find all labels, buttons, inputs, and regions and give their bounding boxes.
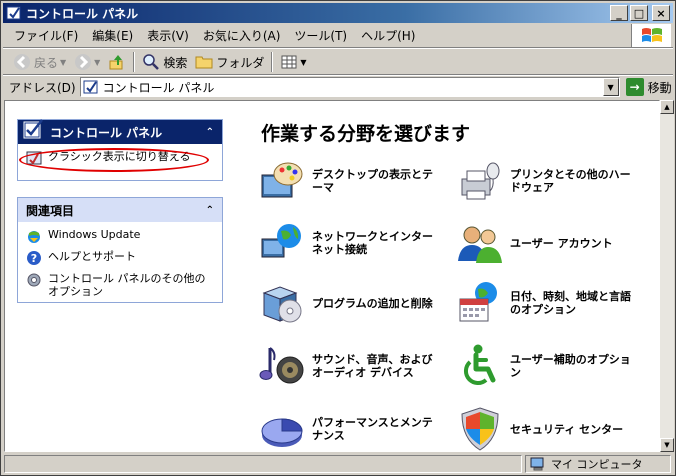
printer-icon xyxy=(456,157,504,205)
security-shield-icon xyxy=(456,405,504,451)
menu-file[interactable]: ファイル(F) xyxy=(7,27,85,44)
window: コントロール パネル _ □ × ファイル(F) 編集(E) 表示(V) お気に… xyxy=(0,0,676,476)
gear-icon xyxy=(26,272,42,288)
category-accessibility[interactable]: ユーザー補助のオプション xyxy=(456,341,641,391)
back-button[interactable]: 戻る ▼ xyxy=(9,51,70,73)
chevron-down-icon: ▼ xyxy=(300,57,307,67)
forward-arrow-icon xyxy=(74,53,92,71)
views-button[interactable]: ▼ xyxy=(276,51,310,73)
menu-tools[interactable]: ツール(T) xyxy=(287,27,354,44)
category-user-accounts[interactable]: ユーザー アカウント xyxy=(456,218,641,268)
help-icon: ? xyxy=(26,250,42,266)
forward-button[interactable]: ▼ xyxy=(70,51,104,73)
users-icon xyxy=(456,219,504,267)
category-date-time-region[interactable]: 日付、時刻、地域と言語のオプション xyxy=(456,278,641,328)
menu-help[interactable]: ヘルプ(H) xyxy=(354,27,422,44)
folder-icon xyxy=(195,53,213,71)
toolbar-separator xyxy=(133,52,136,72)
panel-header[interactable]: 関連項目 ⌃ xyxy=(18,198,222,222)
scroll-down-button[interactable]: ▼ xyxy=(660,438,674,452)
other-options-link[interactable]: コントロール パネルのその他のオプション xyxy=(26,272,214,298)
panel-body: クラシック表示に切り替える xyxy=(18,144,222,178)
computer-icon xyxy=(530,457,546,471)
folders-button[interactable]: フォルダ xyxy=(191,51,268,73)
category-performance-maintenance[interactable]: パフォーマンスとメンテナンス xyxy=(258,404,443,451)
speaker-music-icon xyxy=(258,342,306,390)
toolbar-separator xyxy=(271,52,274,72)
windows-update-icon xyxy=(26,228,42,244)
vertical-scrollbar[interactable]: ▲ ▼ xyxy=(660,100,674,452)
category-sound-audio[interactable]: サウンド、音声、およびオーディオ デバイス xyxy=(258,341,443,391)
category-add-remove-programs[interactable]: プログラムの追加と削除 xyxy=(258,278,443,328)
category-security-center[interactable]: セキュリティ センター xyxy=(456,404,641,451)
search-icon xyxy=(142,53,160,71)
panel-title: 関連項目 xyxy=(26,203,75,218)
performance-chart-icon xyxy=(258,405,306,451)
calendar-globe-icon xyxy=(456,279,504,327)
status-bar: マイ コンピュータ xyxy=(3,454,673,474)
switch-classic-view-link[interactable]: クラシック表示に切り替える xyxy=(26,150,214,166)
software-box-icon xyxy=(258,279,306,327)
panel-header[interactable]: コントロール パネル ⌃ xyxy=(18,118,222,144)
menu-edit[interactable]: 編集(E) xyxy=(85,27,140,44)
address-label: アドレス(D) xyxy=(9,80,76,95)
category-network-internet[interactable]: ネットワークとインターネット接続 xyxy=(258,218,443,268)
title-bar[interactable]: コントロール パネル _ □ × xyxy=(3,3,673,23)
accessibility-icon xyxy=(456,342,504,390)
panel-title: コントロール パネル xyxy=(50,125,163,140)
menu-bar: ファイル(F) 編集(E) 表示(V) お気に入り(A) ツール(T) ヘルプ(… xyxy=(3,24,633,46)
toolbar: 戻る ▼ ▼ 検索 フォルダ ▼ xyxy=(3,50,673,74)
classic-view-icon xyxy=(26,150,42,166)
control-panel-icon xyxy=(83,79,99,95)
svg-text:?: ? xyxy=(31,252,37,265)
minimize-button[interactable]: _ xyxy=(610,5,628,21)
display-palette-icon xyxy=(258,157,306,205)
back-arrow-icon xyxy=(13,53,31,71)
address-dropdown-button[interactable]: ▼ xyxy=(602,78,619,96)
collapse-chevron-icon[interactable]: ⌃ xyxy=(206,205,214,216)
panel-body: Windows Update ? ヘルプとサポート コントロール パネルのその他… xyxy=(18,222,222,310)
status-computer: マイ コンピュータ xyxy=(525,455,671,473)
windows-update-link[interactable]: Windows Update xyxy=(26,228,214,244)
category-appearance-themes[interactable]: デスクトップの表示とテーマ xyxy=(258,156,443,206)
address-value: コントロール パネル xyxy=(102,80,215,95)
menu-favorites[interactable]: お気に入り(A) xyxy=(196,27,288,44)
search-button[interactable]: 検索 xyxy=(138,51,191,73)
network-globe-icon xyxy=(258,219,306,267)
view-grid-icon xyxy=(280,53,298,71)
related-topics-pane: 関連項目 ⌃ Windows Update ? ヘルプとサポート コントロール … xyxy=(17,197,223,303)
control-panel-icon xyxy=(6,5,22,21)
control-panel-task-pane: コントロール パネル ⌃ クラシック表示に切り替える xyxy=(17,119,223,181)
up-arrow-icon xyxy=(108,53,126,71)
close-button[interactable]: × xyxy=(652,5,670,21)
page-title: 作業する分野を選びます xyxy=(261,123,471,145)
divider xyxy=(3,47,673,49)
chevron-down-icon: ▼ xyxy=(94,57,101,67)
control-panel-icon xyxy=(22,118,44,140)
chevron-down-icon: ▼ xyxy=(60,57,67,67)
help-support-link[interactable]: ? ヘルプとサポート xyxy=(26,250,214,266)
go-arrow-icon: → xyxy=(625,78,644,96)
collapse-chevron-icon[interactable]: ⌃ xyxy=(206,127,214,138)
status-cell xyxy=(4,455,522,473)
address-bar: アドレス(D) コントロール パネル ▼ → 移動 xyxy=(3,76,673,98)
windows-logo-icon xyxy=(631,24,671,48)
content-area: コントロール パネル ⌃ クラシック表示に切り替える 関連項目 ⌃ Window… xyxy=(4,100,660,452)
menu-view[interactable]: 表示(V) xyxy=(140,27,196,44)
category-printers-hardware[interactable]: プリンタとその他のハードウェア xyxy=(456,156,641,206)
up-folder-button[interactable] xyxy=(104,51,130,73)
maximize-button[interactable]: □ xyxy=(630,5,648,21)
window-title: コントロール パネル xyxy=(26,6,139,21)
address-input[interactable]: コントロール パネル ▼ xyxy=(79,77,620,97)
scroll-up-button[interactable]: ▲ xyxy=(660,100,674,114)
go-button[interactable]: → 移動 xyxy=(625,78,672,96)
